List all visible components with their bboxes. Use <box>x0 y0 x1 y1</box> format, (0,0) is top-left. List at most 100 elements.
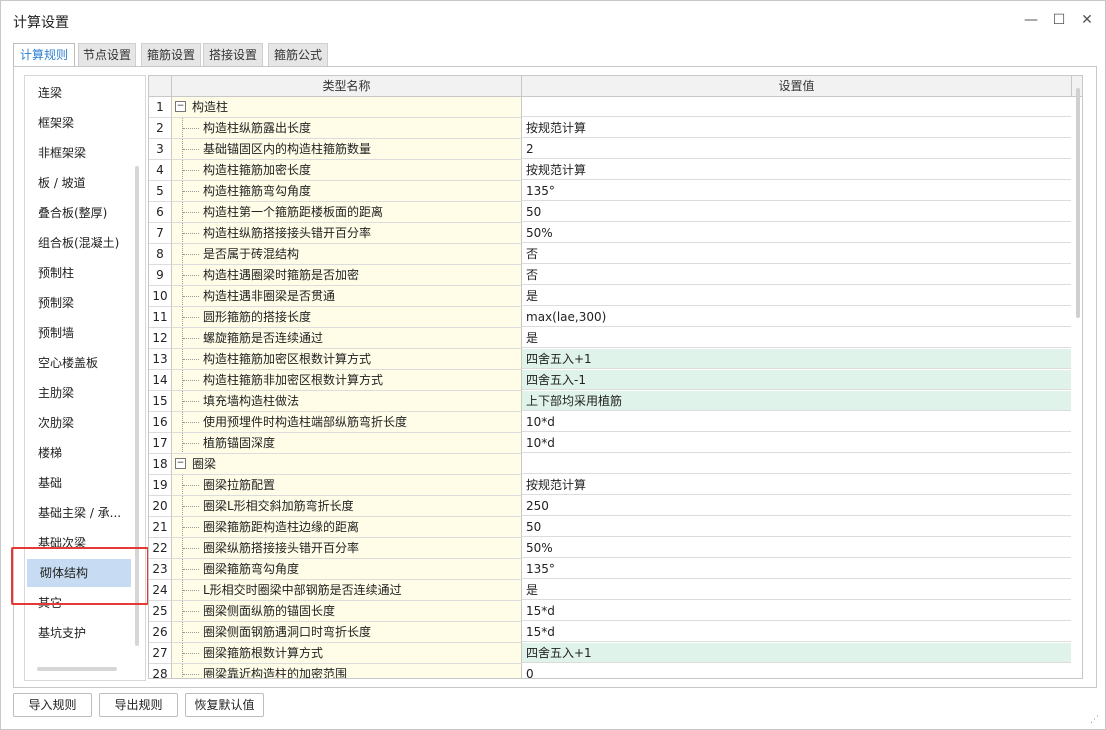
setting-value-cell[interactable]: 四舍五入+1 <box>522 349 1071 369</box>
setting-value-cell[interactable]: 50 <box>522 517 1071 537</box>
setting-value-cell[interactable] <box>522 97 1071 117</box>
import-rules-button[interactable]: 导入规则 <box>13 693 92 717</box>
sidebar-item[interactable]: 基础 <box>25 469 143 497</box>
grid-scrollbar[interactable] <box>1076 88 1080 318</box>
type-name-cell[interactable]: 是否属于砖混结构 <box>172 244 522 265</box>
sidebar-horizontal-scrollbar[interactable] <box>37 667 117 671</box>
type-name-cell[interactable]: 圈梁L形相交斜加筋弯折长度 <box>172 496 522 517</box>
type-name-cell[interactable]: 圈梁箍筋弯勾角度 <box>172 559 522 580</box>
type-name-cell[interactable]: 基础锚固区内的构造柱箍筋数量 <box>172 139 522 160</box>
setting-value-cell[interactable]: 按规范计算 <box>522 475 1071 495</box>
table-row[interactable]: 13 构造柱箍筋加密区根数计算方式 四舍五入+1 <box>149 349 1071 370</box>
header-type-name[interactable]: 类型名称 <box>172 76 522 96</box>
collapse-icon[interactable]: − <box>175 101 186 112</box>
setting-value-cell[interactable]: max(lae,300) <box>522 307 1071 327</box>
header-setting-value[interactable]: 设置值 <box>522 76 1072 96</box>
sidebar-item[interactable]: 板 / 坡道 <box>25 169 143 197</box>
sidebar-item[interactable]: 空心楼盖板 <box>25 349 143 377</box>
table-row[interactable]: 25 圈梁侧面纵筋的锚固长度 15*d <box>149 601 1071 622</box>
setting-value-cell[interactable]: 是 <box>522 286 1071 306</box>
type-name-cell[interactable]: L形相交时圈梁中部钢筋是否连续通过 <box>172 580 522 601</box>
table-row[interactable]: 8 是否属于砖混结构 否 <box>149 244 1071 265</box>
setting-value-cell[interactable]: 按规范计算 <box>522 160 1071 180</box>
type-name-cell[interactable]: 构造柱遇圈梁时箍筋是否加密 <box>172 265 522 286</box>
table-row[interactable]: 20 圈梁L形相交斜加筋弯折长度 250 <box>149 496 1071 517</box>
collapse-icon[interactable]: − <box>175 458 186 469</box>
sidebar-item[interactable]: 预制墙 <box>25 319 143 347</box>
tab-stirrup-settings[interactable]: 箍筋设置 <box>141 43 201 66</box>
minimize-button[interactable]: — <box>1021 10 1041 30</box>
sidebar-item[interactable]: 组合板(混凝土) <box>25 229 143 257</box>
type-name-cell[interactable]: 圈梁侧面钢筋遇洞口时弯折长度 <box>172 622 522 643</box>
setting-value-cell[interactable]: 15*d <box>522 601 1071 621</box>
table-row[interactable]: 19 圈梁拉筋配置 按规范计算 <box>149 475 1071 496</box>
table-row[interactable]: 15 填充墙构造柱做法 上下部均采用植筋 <box>149 391 1071 412</box>
table-row[interactable]: 14 构造柱箍筋非加密区根数计算方式 四舍五入-1 <box>149 370 1071 391</box>
setting-value-cell[interactable] <box>522 454 1071 474</box>
table-row[interactable]: 18− 圈梁 <box>149 454 1071 475</box>
table-row[interactable]: 26 圈梁侧面钢筋遇洞口时弯折长度 15*d <box>149 622 1071 643</box>
table-row[interactable]: 27 圈梁箍筋根数计算方式 四舍五入+1 <box>149 643 1071 664</box>
setting-value-cell[interactable]: 上下部均采用植筋 <box>522 391 1071 411</box>
sidebar-item[interactable]: 基坑支护 <box>25 619 143 647</box>
sidebar-item[interactable]: 主肋梁 <box>25 379 143 407</box>
table-row[interactable]: 10 构造柱遇非圈梁是否贯通 是 <box>149 286 1071 307</box>
table-row[interactable]: 6 构造柱第一个箍筋距楼板面的距离 50 <box>149 202 1071 223</box>
setting-value-cell[interactable]: 10*d <box>522 412 1071 432</box>
setting-value-cell[interactable]: 按规范计算 <box>522 118 1071 138</box>
setting-value-cell[interactable]: 四舍五入-1 <box>522 370 1071 390</box>
table-row[interactable]: 24 L形相交时圈梁中部钢筋是否连续通过 是 <box>149 580 1071 601</box>
setting-value-cell[interactable]: 四舍五入+1 <box>522 643 1071 663</box>
sidebar-item[interactable]: 叠合板(整厚) <box>25 199 143 227</box>
setting-value-cell[interactable]: 135° <box>522 181 1071 201</box>
maximize-button[interactable]: ☐ <box>1049 10 1069 30</box>
type-name-cell[interactable]: 螺旋箍筋是否连续通过 <box>172 328 522 349</box>
setting-value-cell[interactable]: 0 <box>522 664 1071 678</box>
export-rules-button[interactable]: 导出规则 <box>99 693 178 717</box>
type-name-cell[interactable]: 填充墙构造柱做法 <box>172 391 522 412</box>
close-button[interactable]: ✕ <box>1077 10 1097 30</box>
setting-value-cell[interactable]: 50% <box>522 223 1071 243</box>
type-name-cell[interactable]: 圈梁纵筋搭接接头错开百分率 <box>172 538 522 559</box>
type-name-cell[interactable]: 圆形箍筋的搭接长度 <box>172 307 522 328</box>
setting-value-cell[interactable]: 是 <box>522 328 1071 348</box>
sidebar-item[interactable]: 基础主梁 / 承... <box>25 499 143 527</box>
type-name-cell[interactable]: 构造柱箍筋弯勾角度 <box>172 181 522 202</box>
sidebar-item[interactable]: 非框架梁 <box>25 139 143 167</box>
sidebar-item[interactable]: 预制梁 <box>25 289 143 317</box>
tab-lap-settings[interactable]: 搭接设置 <box>203 43 263 66</box>
restore-defaults-button[interactable]: 恢复默认值 <box>185 693 264 717</box>
type-name-cell[interactable]: 圈梁拉筋配置 <box>172 475 522 496</box>
table-row[interactable]: 7 构造柱纵筋搭接接头错开百分率 50% <box>149 223 1071 244</box>
type-name-cell[interactable]: 构造柱纵筋露出长度 <box>172 118 522 139</box>
sidebar-item[interactable]: 楼梯 <box>25 439 143 467</box>
setting-value-cell[interactable]: 10*d <box>522 433 1071 453</box>
setting-value-cell[interactable]: 2 <box>522 139 1071 159</box>
table-row[interactable]: 17 植筋锚固深度 10*d <box>149 433 1071 454</box>
setting-value-cell[interactable]: 15*d <box>522 622 1071 642</box>
type-name-cell[interactable]: − 构造柱 <box>172 97 522 118</box>
table-row[interactable]: 22 圈梁纵筋搭接接头错开百分率 50% <box>149 538 1071 559</box>
type-name-cell[interactable]: 植筋锚固深度 <box>172 433 522 454</box>
sidebar-item[interactable]: 连梁 <box>25 79 143 107</box>
type-name-cell[interactable]: 构造柱箍筋非加密区根数计算方式 <box>172 370 522 391</box>
table-row[interactable]: 1− 构造柱 <box>149 97 1071 118</box>
type-name-cell[interactable]: 圈梁箍筋距构造柱边缘的距离 <box>172 517 522 538</box>
table-row[interactable]: 23 圈梁箍筋弯勾角度 135° <box>149 559 1071 580</box>
type-name-cell[interactable]: 构造柱遇非圈梁是否贯通 <box>172 286 522 307</box>
sidebar-item[interactable]: 次肋梁 <box>25 409 143 437</box>
table-row[interactable]: 28 圈梁靠近构造柱的加密范围 0 <box>149 664 1071 678</box>
table-row[interactable]: 5 构造柱箍筋弯勾角度 135° <box>149 181 1071 202</box>
type-name-cell[interactable]: 构造柱纵筋搭接接头错开百分率 <box>172 223 522 244</box>
type-name-cell[interactable]: 圈梁靠近构造柱的加密范围 <box>172 664 522 678</box>
setting-value-cell[interactable]: 否 <box>522 244 1071 264</box>
type-name-cell[interactable]: 使用预埋件时构造柱端部纵筋弯折长度 <box>172 412 522 433</box>
table-row[interactable]: 4 构造柱箍筋加密长度 按规范计算 <box>149 160 1071 181</box>
resize-grip-icon[interactable]: ⋰ <box>1090 715 1099 725</box>
table-row[interactable]: 2 构造柱纵筋露出长度 按规范计算 <box>149 118 1071 139</box>
table-row[interactable]: 9 构造柱遇圈梁时箍筋是否加密 否 <box>149 265 1071 286</box>
setting-value-cell[interactable]: 否 <box>522 265 1071 285</box>
table-row[interactable]: 12 螺旋箍筋是否连续通过 是 <box>149 328 1071 349</box>
table-row[interactable]: 3 基础锚固区内的构造柱箍筋数量 2 <box>149 139 1071 160</box>
type-name-cell[interactable]: 构造柱第一个箍筋距楼板面的距离 <box>172 202 522 223</box>
